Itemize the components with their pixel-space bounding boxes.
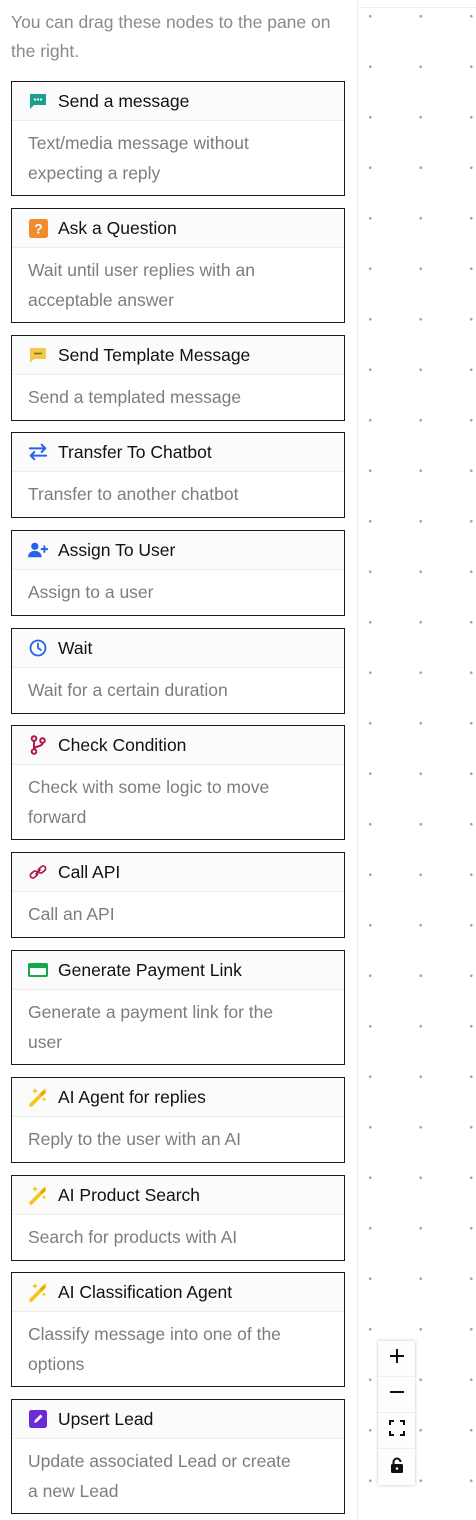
node-card-header: Upsert Lead: [12, 1400, 344, 1439]
credit-card-icon: [28, 960, 48, 980]
node-description: Wait for a certain duration: [28, 680, 228, 700]
node-description: Check with some logic to move forward: [28, 777, 270, 827]
node-card-header: Send a message: [12, 82, 344, 121]
link-icon: [28, 862, 48, 882]
canvas-controls: [378, 1341, 415, 1485]
node-card-check-condition[interactable]: Check Condition Check with some logic to…: [11, 725, 345, 840]
node-title: AI Product Search: [58, 1184, 201, 1205]
node-title: Check Condition: [58, 734, 187, 755]
node-card-wait[interactable]: Wait Wait for a certain duration: [11, 628, 345, 714]
node-description: Transfer to another chatbot: [28, 484, 239, 504]
node-title: AI Agent for replies: [58, 1086, 206, 1107]
lock-button[interactable]: [378, 1449, 415, 1485]
node-title: Send a message: [58, 90, 190, 111]
node-card-header: Assign To User: [12, 531, 344, 570]
node-card-call-api[interactable]: Call API Call an API: [11, 852, 345, 938]
node-card-header: AI Classification Agent: [12, 1273, 344, 1312]
node-card-header: Transfer To Chatbot: [12, 433, 344, 472]
node-card-ai-agent-for-replies[interactable]: AI Agent for replies Reply to the user w…: [11, 1077, 345, 1163]
node-card-transfer-to-chatbot[interactable]: Transfer To Chatbot Transfer to another …: [11, 432, 345, 518]
node-card-header: Generate Payment Link: [12, 951, 344, 990]
node-card-ai-classification-agent[interactable]: AI Classification Agent Classify message…: [11, 1272, 345, 1387]
zoom-in-button[interactable]: [378, 1341, 415, 1377]
node-card-send-template-message[interactable]: Send Template Message Send a templated m…: [11, 335, 345, 421]
question-icon: ?: [28, 218, 48, 238]
branch-icon: [28, 735, 48, 755]
node-card-header: Check Condition: [12, 726, 344, 765]
node-description: Search for products with AI: [28, 1227, 238, 1247]
node-card-generate-payment-link[interactable]: Generate Payment Link Generate a payment…: [11, 950, 345, 1065]
message-icon: [28, 91, 48, 111]
node-description: Generate a payment link for the user: [28, 1002, 274, 1052]
node-description: Call an API: [28, 904, 115, 924]
lock-icon: [390, 1457, 404, 1478]
node-card-header: ? Ask a Question: [12, 209, 344, 248]
node-title: Wait: [58, 637, 93, 658]
transfer-icon: [28, 442, 48, 462]
node-card-ai-product-search[interactable]: AI Product Search Search for products wi…: [11, 1175, 345, 1261]
assign-user-icon: [28, 540, 48, 560]
node-card-ask-a-question[interactable]: ? Ask a Question Wait until user replies…: [11, 208, 345, 323]
node-description: Wait until user replies with an acceptab…: [28, 260, 255, 310]
node-card-header: Call API: [12, 853, 344, 892]
node-card-header: AI Agent for replies: [12, 1078, 344, 1117]
node-title: Call API: [58, 861, 121, 882]
node-card-send-a-message[interactable]: Send a message Text/media message withou…: [11, 81, 345, 196]
node-description: Text/media message without expecting a r…: [28, 133, 249, 183]
node-title: Transfer To Chatbot: [58, 441, 212, 462]
drag-hint-text: You can drag these nodes to the pane on …: [11, 12, 331, 61]
plus-icon: [388, 1347, 406, 1370]
magic-wand-icon: [28, 1087, 48, 1107]
node-title: Assign To User: [58, 539, 176, 560]
node-card-header: Wait: [12, 629, 344, 668]
template-icon: [28, 345, 48, 365]
node-title: Upsert Lead: [58, 1408, 154, 1429]
node-description: Update associated Lead or create a new L…: [28, 1451, 291, 1501]
node-palette-sidebar: You can drag these nodes to the pane on …: [0, 0, 358, 1520]
node-title: AI Classification Agent: [58, 1281, 233, 1302]
node-description: Send a templated message: [28, 387, 242, 407]
fit-view-button[interactable]: [378, 1413, 415, 1449]
node-description: Reply to the user with an AI: [28, 1129, 242, 1149]
magic-wand-icon: [28, 1185, 48, 1205]
zoom-out-button[interactable]: [378, 1377, 415, 1413]
edit-icon: [28, 1409, 48, 1429]
svg-text:?: ?: [34, 220, 43, 236]
minus-icon: [388, 1383, 406, 1406]
magic-wand-icon: [28, 1282, 48, 1302]
node-description: Assign to a user: [28, 582, 154, 602]
node-card-header: AI Product Search: [12, 1176, 344, 1215]
node-card-upsert-lead[interactable]: Upsert Lead Update associated Lead or cr…: [11, 1399, 345, 1514]
flow-canvas[interactable]: [359, 0, 476, 1520]
node-card-header: Send Template Message: [12, 336, 344, 375]
fit-view-icon: [388, 1420, 405, 1441]
node-description: Classify message into one of the options: [28, 1324, 281, 1374]
node-title: Send Template Message: [58, 344, 251, 365]
clock-icon: [28, 638, 48, 658]
node-card-assign-to-user[interactable]: Assign To User Assign to a user: [11, 530, 345, 616]
canvas-top-border: [359, 0, 476, 8]
node-title: Ask a Question: [58, 217, 177, 238]
node-title: Generate Payment Link: [58, 959, 242, 980]
